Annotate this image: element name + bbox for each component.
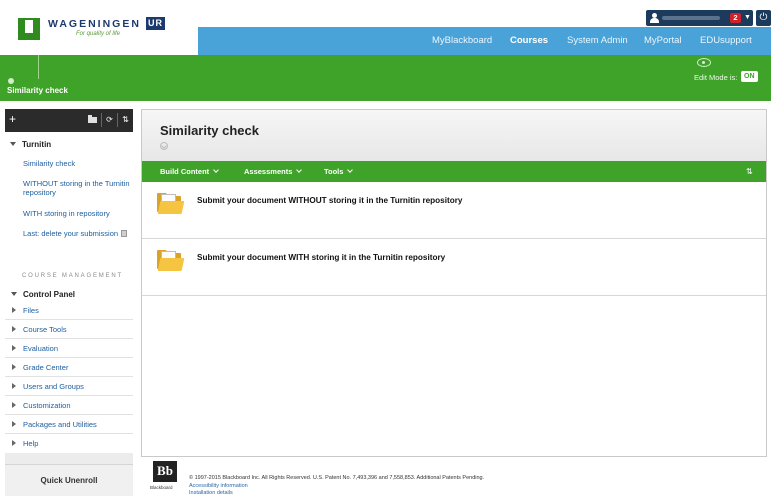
control-panel-label: Control Panel: [23, 290, 76, 299]
page-title: Similarity check: [160, 123, 259, 138]
content-item-title[interactable]: Submit your document WITH storing it in …: [197, 253, 445, 262]
triangle-right-icon: [12, 383, 16, 389]
user-name-redacted: [662, 16, 720, 20]
eye-icon[interactable]: [697, 58, 711, 67]
chevron-down-icon: [296, 167, 303, 173]
sidebar-section-label: Turnitin: [22, 140, 52, 149]
control-panel-item-label: Help: [23, 439, 39, 448]
triangle-right-icon: [12, 402, 16, 408]
course-management-label: COURSE MANAGEMENT: [22, 273, 123, 279]
sidebar-section-turnitin[interactable]: Turnitin: [10, 140, 51, 149]
course-menu-dot-icon[interactable]: [8, 78, 14, 84]
triangle-right-icon: [12, 345, 16, 351]
control-panel-item-users-and-groups[interactable]: Users and Groups: [5, 377, 133, 396]
course-header: Similarity check Edit Mode is: ON: [0, 55, 771, 101]
control-panel-item-customization[interactable]: Customization: [5, 396, 133, 415]
breadcrumb-page-title[interactable]: Similarity check: [7, 86, 68, 95]
control-panel-item-label: Course Tools: [23, 325, 67, 334]
menu-label: Tools: [324, 167, 344, 176]
quick-unenroll-button[interactable]: Quick Unenroll: [5, 464, 133, 496]
chevron-down-icon[interactable]: ▼: [744, 12, 751, 24]
reorder-button[interactable]: ⇅: [119, 113, 132, 126]
control-panel-item-course-tools[interactable]: Course Tools: [5, 320, 133, 339]
tab-edusupport[interactable]: EDUsupport: [700, 27, 752, 55]
menu-label: Assessments: [244, 167, 293, 176]
tab-system-admin[interactable]: System Admin: [567, 27, 628, 55]
sidebar-item-delete-submission[interactable]: Last: delete your submission: [23, 229, 131, 238]
folder-icon: [157, 192, 185, 214]
content-item-title[interactable]: Submit your document WITHOUT storing it …: [197, 196, 462, 205]
refresh-button[interactable]: ⟳: [103, 113, 116, 126]
menu-label: Build Content: [160, 167, 210, 176]
logo-ur-badge: UR: [146, 17, 165, 30]
triangle-right-icon: [12, 326, 16, 332]
chevron-down-icon: [213, 167, 220, 173]
control-panel-item-help[interactable]: Help: [5, 434, 133, 453]
course-sidebar: + ⟳ ⇅ Turnitin Similarity check WITHOUT …: [5, 109, 133, 496]
assessments-menu[interactable]: Assessments: [244, 161, 303, 182]
sidebar-toolbar: + ⟳ ⇅: [5, 109, 133, 132]
logo-mark-icon: [18, 18, 40, 40]
control-panel-item-label: Evaluation: [23, 344, 59, 353]
control-panel-item-label: Grade Center: [23, 363, 69, 372]
content-item[interactable]: Submit your document WITHOUT storing it …: [142, 182, 766, 239]
sidebar-item-without-storing[interactable]: WITHOUT storing in the Turnitin reposito…: [23, 179, 131, 197]
triangle-down-icon: [11, 292, 17, 296]
sidebar-item-with-storing[interactable]: WITH storing in repository: [23, 209, 131, 218]
user-icon: [650, 13, 659, 23]
installation-details-link[interactable]: Installation details: [189, 490, 233, 496]
wageningen-logo[interactable]: WAGENINGEN UR For quality of life: [18, 12, 168, 48]
reorder-icon[interactable]: ⇅: [746, 161, 753, 182]
chevron-down-icon[interactable]: [160, 142, 168, 150]
control-panel-header[interactable]: Control Panel: [11, 290, 75, 299]
toolbar-divider: [117, 113, 118, 127]
folder-icon: [88, 115, 97, 123]
tools-menu[interactable]: Tools: [324, 161, 354, 182]
add-menu-item-button[interactable]: +: [9, 112, 16, 126]
triangle-right-icon: [12, 364, 16, 370]
notification-badge[interactable]: 2: [730, 13, 741, 23]
folder-view-button[interactable]: [86, 113, 99, 126]
toolbar-divider: [101, 113, 102, 127]
edit-mode-label: Edit Mode is:: [694, 73, 738, 82]
top-navigation: MyBlackboard Courses System Admin MyPort…: [198, 27, 771, 55]
triangle-right-icon: [12, 307, 16, 313]
control-panel-item-packages-and-utilities[interactable]: Packages and Utilities: [5, 415, 133, 434]
tab-courses[interactable]: Courses: [510, 27, 548, 55]
content-title-bar: Similarity check: [142, 110, 766, 161]
triangle-right-icon: [12, 440, 16, 446]
footer-copyright: © 1997-2015 Blackboard Inc. All Rights R…: [189, 475, 485, 481]
control-panel-item-label: Files: [23, 306, 39, 315]
triangle-down-icon: [10, 142, 16, 146]
control-panel-item-label: Packages and Utilities: [23, 420, 97, 429]
tab-myblackboard[interactable]: MyBlackboard: [432, 27, 492, 55]
build-content-menu[interactable]: Build Content: [160, 161, 220, 182]
control-panel-item-evaluation[interactable]: Evaluation: [5, 339, 133, 358]
logo-wordmark: WAGENINGEN: [48, 18, 141, 30]
control-panel-item-label: Users and Groups: [23, 382, 84, 391]
header-divider: [38, 55, 39, 79]
action-bar: Build Content Assessments Tools ⇅: [142, 161, 766, 182]
blackboard-logo-caption: Blackboard: [150, 485, 173, 490]
accessibility-link[interactable]: Accessibility information: [189, 483, 248, 489]
control-panel-item-label: Customization: [23, 401, 71, 410]
tab-myportal[interactable]: MyPortal: [644, 27, 681, 55]
sidebar-item-label: Last: delete your submission: [23, 229, 119, 238]
content-area: Similarity check Build Content Assessmen…: [141, 109, 767, 457]
folder-icon: [157, 249, 185, 271]
chevron-down-icon: [347, 167, 354, 173]
triangle-right-icon: [12, 421, 16, 427]
hidden-item-icon: [121, 230, 128, 237]
content-item[interactable]: Submit your document WITH storing it in …: [142, 239, 766, 296]
edit-mode-toggle[interactable]: ON: [741, 71, 758, 82]
control-panel-item-grade-center[interactable]: Grade Center: [5, 358, 133, 377]
control-panel-item-files[interactable]: Files: [5, 301, 133, 320]
blackboard-logo: Bb: [153, 461, 177, 482]
logout-power-button[interactable]: ⏻: [756, 10, 771, 26]
logo-tagline: For quality of life: [76, 31, 121, 37]
sidebar-item-similarity-check[interactable]: Similarity check: [23, 159, 131, 168]
user-menu[interactable]: 2 ▼: [646, 10, 753, 26]
